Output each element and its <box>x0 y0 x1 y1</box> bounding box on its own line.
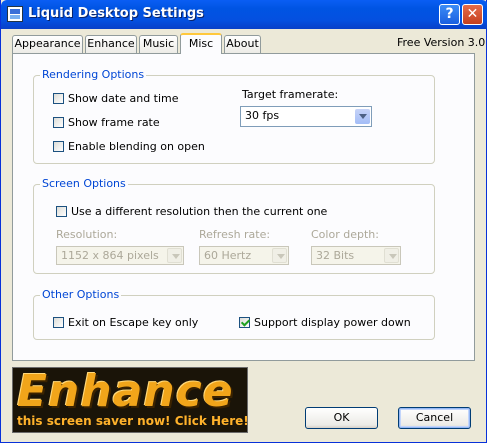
tab-enhance[interactable]: Enhance <box>85 35 137 53</box>
app-icon <box>7 6 23 22</box>
version-label: Free Version 3.0 <box>397 36 486 49</box>
blending-checkbox[interactable]: Enable blending on open <box>53 140 205 153</box>
power-down-label: Support display power down <box>254 316 411 329</box>
show-framerate-label: Show frame rate <box>68 116 160 129</box>
show-framerate-checkbox[interactable]: Show frame rate <box>53 116 160 129</box>
color-depth-select[interactable]: 32 Bits <box>311 246 401 265</box>
cancel-button[interactable]: Cancel <box>398 407 471 429</box>
banner-title: Enhance <box>17 367 234 417</box>
misc-tab-panel: Rendering Options Show date and time Sho… <box>12 53 475 361</box>
framerate-value: 30 fps <box>245 109 280 122</box>
refresh-rate-select[interactable]: 60 Hertz <box>199 246 289 265</box>
screen-options-legend: Screen Options <box>40 177 128 190</box>
exit-escape-checkbox[interactable]: Exit on Escape key only <box>53 316 198 329</box>
rendering-options-legend: Rendering Options <box>40 68 147 81</box>
show-framerate-checkbox-box[interactable] <box>53 117 64 128</box>
color-depth-label: Color depth: <box>311 228 379 241</box>
window-title: Liquid Desktop Settings <box>28 6 204 21</box>
blending-checkbox-box[interactable] <box>53 141 64 152</box>
banner-subtitle: this screen saver now! Click Here! <box>17 414 248 428</box>
close-button[interactable]: ✕ <box>462 4 483 25</box>
blending-label: Enable blending on open <box>68 140 205 153</box>
show-date-checkbox-box[interactable] <box>53 93 64 104</box>
exit-escape-label: Exit on Escape key only <box>68 316 199 329</box>
other-options-group: Other Options Exit on Escape key only Su… <box>33 288 435 340</box>
exit-escape-checkbox-box[interactable] <box>53 317 64 328</box>
different-resolution-checkbox-box[interactable] <box>56 206 67 217</box>
power-down-checkbox[interactable]: Support display power down <box>239 316 411 329</box>
show-date-checkbox[interactable]: Show date and time <box>53 92 179 105</box>
rendering-options-group: Rendering Options Show date and time Sho… <box>33 68 435 164</box>
tab-misc[interactable]: Misc <box>180 33 222 54</box>
color-depth-value: 32 Bits <box>316 249 355 262</box>
ok-button[interactable]: OK <box>305 407 378 429</box>
enhance-banner[interactable]: Enhance this screen saver now! Click Her… <box>12 367 248 433</box>
framerate-select[interactable]: 30 fps <box>240 106 372 127</box>
refresh-rate-value: 60 Hertz <box>204 249 252 262</box>
tab-appearance[interactable]: Appearance <box>12 35 83 53</box>
chevron-down-icon[interactable] <box>167 248 182 263</box>
help-button[interactable]: ? <box>439 4 460 25</box>
framerate-label: Target framerate: <box>242 88 339 101</box>
tab-music[interactable]: Music <box>139 35 178 53</box>
resolution-label: Resolution: <box>56 228 118 241</box>
different-resolution-checkbox[interactable]: Use a different resolution then the curr… <box>56 205 327 218</box>
different-resolution-label: Use a different resolution then the curr… <box>71 205 328 218</box>
settings-window: Liquid Desktop Settings ? ✕ Appearance E… <box>0 0 487 443</box>
show-date-label: Show date and time <box>68 92 179 105</box>
chevron-down-icon[interactable] <box>272 248 287 263</box>
refresh-rate-label: Refresh rate: <box>199 228 271 241</box>
other-options-legend: Other Options <box>40 288 122 301</box>
chevron-down-icon[interactable] <box>355 109 370 124</box>
resolution-select[interactable]: 1152 x 864 pixels <box>56 246 184 265</box>
power-down-checkbox-box[interactable] <box>239 317 250 328</box>
screen-options-group: Screen Options Use a different resolutio… <box>33 177 435 274</box>
resolution-value: 1152 x 864 pixels <box>61 249 159 262</box>
tab-about[interactable]: About <box>224 35 261 53</box>
chevron-down-icon[interactable] <box>384 248 399 263</box>
title-bar[interactable]: Liquid Desktop Settings ? ✕ <box>1 0 487 29</box>
